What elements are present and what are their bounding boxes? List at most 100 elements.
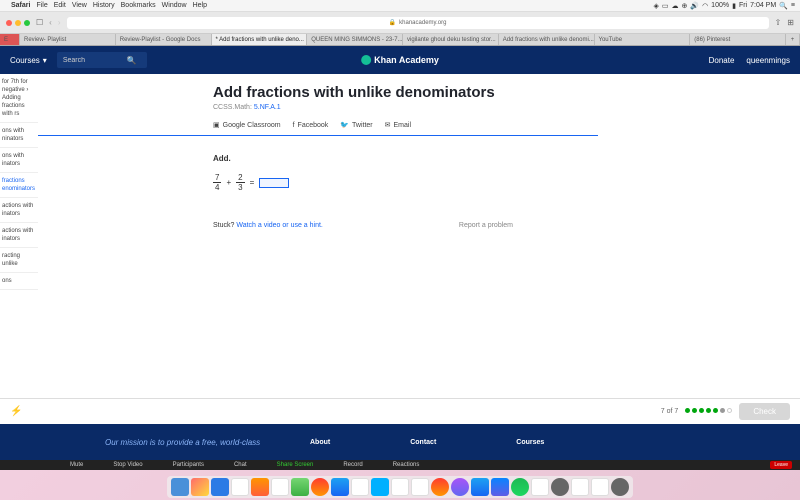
- zoom-mute[interactable]: Mute: [70, 462, 83, 468]
- menu-file[interactable]: File: [36, 2, 47, 9]
- sidebar-item[interactable]: ons with ninators: [0, 123, 38, 148]
- tab-8[interactable]: (86) Pinterest: [690, 34, 786, 45]
- zoom-participants[interactable]: Participants: [173, 462, 204, 468]
- mac-menubar: Safari File Edit View History Bookmarks …: [0, 0, 800, 12]
- reminders-icon[interactable]: [311, 478, 329, 496]
- sidebar-item[interactable]: ons: [0, 273, 38, 290]
- sidebar-toggle-icon[interactable]: ☐: [36, 18, 43, 27]
- mac-dock: [167, 476, 633, 498]
- share-twitter[interactable]: 🐦 Twitter: [340, 121, 372, 129]
- donate-link[interactable]: Donate: [709, 56, 735, 65]
- calendar-icon[interactable]: [271, 478, 289, 496]
- hint-link[interactable]: Watch a video or use a hint.: [236, 222, 323, 229]
- progress-dots: [684, 408, 733, 415]
- leaf-icon: [361, 55, 371, 65]
- music-icon[interactable]: [431, 478, 449, 496]
- maximize-icon[interactable]: [24, 20, 30, 26]
- podcasts-icon[interactable]: [451, 478, 469, 496]
- tab-6[interactable]: Add fractions with unlike denomi...: [499, 34, 595, 45]
- footer-contact[interactable]: Contact: [410, 439, 436, 446]
- search-input[interactable]: [63, 57, 123, 64]
- safari-icon[interactable]: [211, 478, 229, 496]
- settings-icon[interactable]: [551, 478, 569, 496]
- footer-courses[interactable]: Courses: [516, 439, 544, 446]
- photos-icon[interactable]: [351, 478, 369, 496]
- standard-link[interactable]: 5.NF.A.1: [254, 104, 281, 111]
- finder-icon[interactable]: [171, 478, 189, 496]
- mail-icon[interactable]: [231, 478, 249, 496]
- zoom-share[interactable]: Share Screen: [277, 462, 314, 468]
- exercise-area: Add fractions with unlike denominators C…: [38, 74, 800, 424]
- forward-icon[interactable]: ›: [58, 18, 61, 27]
- tabs-icon[interactable]: ⊞: [787, 18, 794, 27]
- sidebar-item[interactable]: ons with inators: [0, 148, 38, 173]
- khan-logo[interactable]: Khan Academy: [361, 55, 439, 65]
- zoom-toolbar: Mute Stop Video Participants Chat Share …: [0, 460, 800, 470]
- back-icon[interactable]: ‹: [49, 18, 52, 27]
- spotify-icon[interactable]: [511, 478, 529, 496]
- app-icon[interactable]: [491, 478, 509, 496]
- zoom-reactions[interactable]: Reactions: [393, 462, 420, 468]
- courses-dropdown[interactable]: Courses ▾: [10, 56, 47, 65]
- folder-icon[interactable]: [571, 478, 589, 496]
- sidebar-item-active[interactable]: fractions enominators: [0, 173, 38, 198]
- notes-icon[interactable]: [331, 478, 349, 496]
- zoom-leave[interactable]: Leave: [770, 461, 792, 469]
- pages-icon[interactable]: [411, 478, 429, 496]
- breadcrumb[interactable]: for 7th for negative › Adding fractions …: [0, 74, 38, 123]
- search-icon[interactable]: 🔍: [127, 56, 137, 65]
- chevron-down-icon: ▾: [43, 56, 47, 65]
- tab-3[interactable]: * Add fractions with unlike deno...: [212, 34, 308, 45]
- zoom-stopvideo[interactable]: Stop Video: [113, 462, 142, 468]
- share-icon[interactable]: ⇧: [775, 18, 782, 27]
- search-icon[interactable]: 🔍: [779, 2, 788, 10]
- menu-view[interactable]: View: [72, 2, 87, 9]
- new-tab[interactable]: +: [786, 34, 800, 45]
- page-title: Add fractions with unlike denominators: [213, 84, 800, 101]
- share-email[interactable]: ✉ Email: [385, 121, 411, 129]
- launchpad-icon[interactable]: [191, 478, 209, 496]
- maps-icon[interactable]: [371, 478, 389, 496]
- close-icon[interactable]: [6, 20, 12, 26]
- menu-icon[interactable]: ≡: [791, 2, 795, 9]
- sidebar-item[interactable]: actions with inators: [0, 198, 38, 223]
- zoom-record[interactable]: Record: [343, 462, 362, 468]
- appstore-icon[interactable]: [471, 478, 489, 496]
- sidebar-item[interactable]: actions with inators: [0, 223, 38, 248]
- trash-icon[interactable]: [611, 478, 629, 496]
- problem: Add. 7 4 + 2 3 =: [213, 154, 800, 192]
- username-link[interactable]: queenmings: [746, 56, 790, 65]
- footer-about[interactable]: About: [310, 439, 330, 446]
- wifi-icon: ⊕: [681, 2, 687, 10]
- app-name[interactable]: Safari: [11, 2, 30, 9]
- tab-0[interactable]: E: [0, 34, 20, 45]
- minimize-icon[interactable]: [15, 20, 21, 26]
- contacts-icon[interactable]: [251, 478, 269, 496]
- menu-window[interactable]: Window: [162, 2, 187, 9]
- menu-bookmarks[interactable]: Bookmarks: [121, 2, 156, 9]
- zap-icon[interactable]: ⚡: [10, 406, 22, 417]
- tab-4[interactable]: QUEEN MING SIMMONS - 23-7...: [307, 34, 403, 45]
- tab-7[interactable]: YouTube: [595, 34, 691, 45]
- app2-icon[interactable]: [531, 478, 549, 496]
- mac-menu-left: Safari File Edit View History Bookmarks …: [5, 2, 207, 9]
- sidebar-item[interactable]: racting unlike: [0, 248, 38, 273]
- share-facebook[interactable]: f Facebook: [293, 121, 329, 129]
- downloads-icon[interactable]: [591, 478, 609, 496]
- share-classroom[interactable]: ▣ Google Classroom: [213, 121, 281, 129]
- menu-help[interactable]: Help: [193, 2, 207, 9]
- tab-2[interactable]: Review-Playlist - Google Docs: [116, 34, 212, 45]
- zoom-chat[interactable]: Chat: [234, 462, 247, 468]
- menu-history[interactable]: History: [93, 2, 115, 9]
- messages-icon[interactable]: [291, 478, 309, 496]
- facetime-icon[interactable]: [391, 478, 409, 496]
- standard-line: CCSS.Math: 5.NF.A.1: [213, 104, 800, 111]
- check-button[interactable]: Check: [739, 403, 790, 420]
- tab-5[interactable]: vigilante ghoul deku testing stor...: [403, 34, 499, 45]
- address-bar[interactable]: 🔒 khanacademy.org: [67, 17, 769, 29]
- menu-edit[interactable]: Edit: [54, 2, 66, 9]
- answer-input[interactable]: [259, 178, 289, 188]
- report-link[interactable]: Report a problem: [459, 222, 513, 229]
- progress: 7 of 7 Check: [661, 403, 790, 420]
- tab-1[interactable]: Review- Playlist: [20, 34, 116, 45]
